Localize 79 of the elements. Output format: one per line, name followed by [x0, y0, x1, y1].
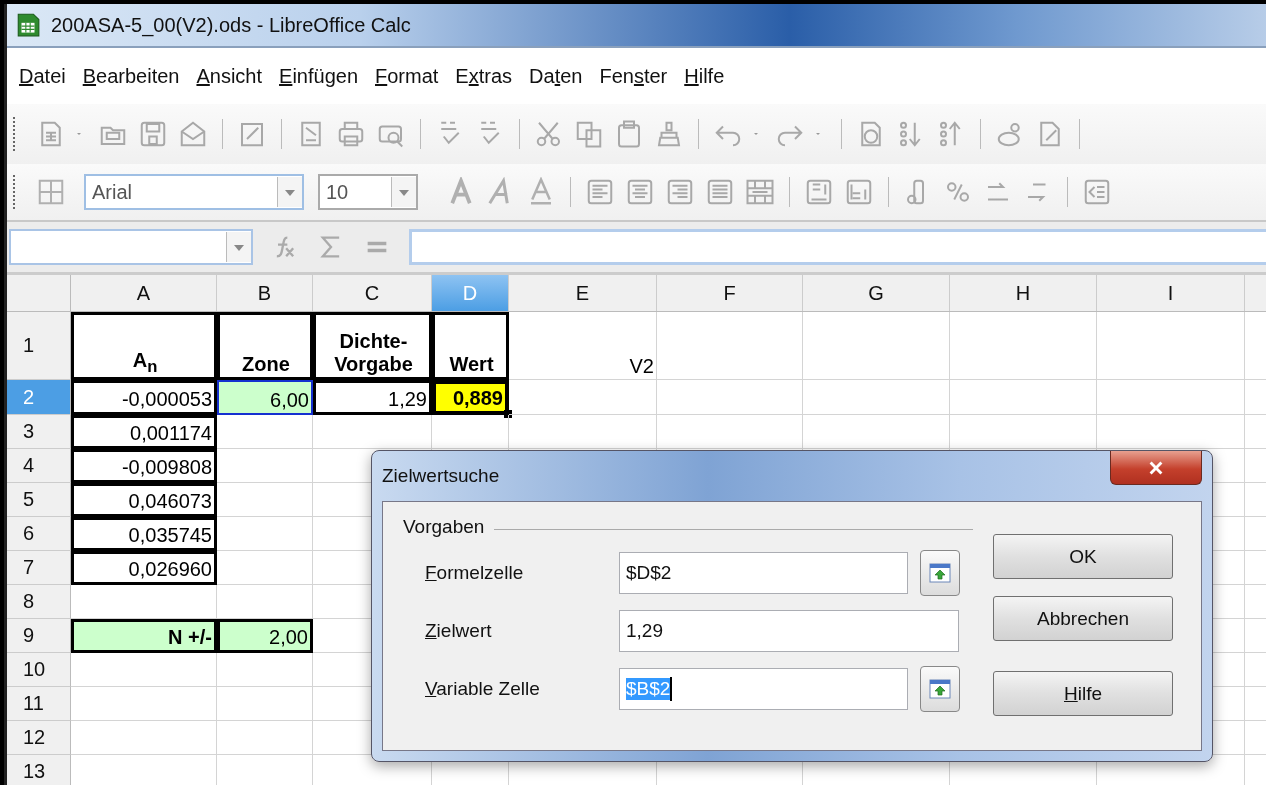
table-cell: 0,026960 [71, 551, 217, 585]
font-size-box[interactable]: 10 [318, 174, 418, 210]
table-cell: 0,035745 [71, 517, 217, 551]
merge-cells-icon[interactable] [745, 177, 775, 207]
row-header[interactable]: 6 [7, 517, 71, 551]
column-header[interactable]: E [509, 275, 657, 311]
field-label: Zielwert [424, 620, 493, 642]
row-header[interactable]: 11 [7, 687, 71, 721]
table-cell: 2,00 [217, 619, 313, 653]
input-field[interactable]: $D$2 [619, 552, 908, 594]
align-center-icon[interactable] [625, 177, 655, 207]
table-cell: 0,046073 [71, 483, 217, 517]
field-label: Variable Zelle [424, 678, 541, 700]
dropdown-icon[interactable] [226, 232, 251, 262]
row-header[interactable]: 7 [7, 551, 71, 585]
column-header[interactable]: B [217, 275, 313, 311]
table-cell: Zone [217, 312, 313, 380]
table-cell: -0,009808 [71, 449, 217, 483]
menu-item[interactable]: Hilfe [678, 60, 736, 92]
input-field[interactable]: 1,29 [619, 610, 959, 652]
column-header[interactable]: H [950, 275, 1097, 311]
row-header[interactable]: 8 [7, 585, 71, 619]
menu-item[interactable]: Einfügen [273, 60, 369, 92]
column-header[interactable]: A [71, 275, 217, 311]
envelope-icon[interactable] [178, 119, 208, 149]
column-header[interactable]: F [657, 275, 803, 311]
dialog-button[interactable]: Abbrechen [993, 596, 1173, 641]
group-label: Vorgaben [403, 516, 485, 538]
table-cell: -0,000053 [71, 380, 217, 415]
menu-item[interactable]: Daten [523, 60, 594, 92]
table-cell: 0,889 [432, 380, 509, 415]
menu-item[interactable]: Ansicht [190, 60, 274, 92]
align-top-icon[interactable] [804, 177, 834, 207]
name-box[interactable] [9, 229, 253, 265]
menu-item[interactable]: Extras [449, 60, 524, 92]
dialog-button[interactable]: Hilfe [993, 671, 1173, 716]
font-name-box[interactable]: Arial [84, 174, 304, 210]
table-cell: 1,29 [313, 380, 432, 415]
floppy-icon[interactable] [138, 119, 168, 149]
indent-decrease-icon[interactable] [1082, 177, 1112, 207]
table-cell: Dichte- Vorgabe [313, 312, 432, 380]
row-header[interactable]: 9 [7, 619, 71, 653]
row-header[interactable]: 5 [7, 483, 71, 517]
close-button[interactable] [1110, 451, 1202, 485]
table-cell: V2 [509, 312, 657, 380]
table-cell: Wert [432, 312, 509, 380]
table-cell: 6,00 [217, 380, 313, 415]
row-header[interactable]: 10 [7, 653, 71, 687]
menu-item[interactable]: Format [369, 60, 450, 92]
shrink-button[interactable] [920, 666, 960, 712]
field-label: Formelzelle [424, 562, 525, 584]
menu-item[interactable]: Bearbeiten [76, 60, 191, 92]
table-cell: 0,001174 [71, 415, 217, 449]
column-header[interactable]: I [1097, 275, 1245, 311]
row-header[interactable]: 3 [7, 415, 71, 449]
menu-item[interactable]: Fenster [593, 60, 679, 92]
align-right-icon[interactable] [665, 177, 695, 207]
formula-input[interactable] [409, 229, 1266, 265]
dialog-button[interactable]: OK [993, 534, 1173, 579]
dropdown-icon[interactable] [277, 177, 302, 207]
spreadsheet-app-icon [15, 12, 41, 38]
column-header[interactable]: G [803, 275, 950, 311]
window-title: 200ASA-5_00(V2).ods - LibreOffice Calc [51, 13, 411, 37]
menu-item[interactable]: Datei [13, 60, 77, 92]
justify-icon[interactable] [705, 177, 735, 207]
copy-icon[interactable] [574, 119, 604, 149]
row-header[interactable]: 4 [7, 449, 71, 483]
borders-icon[interactable] [36, 177, 66, 207]
row-header[interactable]: 1 [7, 312, 71, 380]
row-header[interactable]: 13 [7, 755, 71, 785]
dialog-title: Zielwertsuche [382, 465, 500, 487]
row-header[interactable]: 12 [7, 721, 71, 755]
align-left-icon[interactable] [585, 177, 615, 207]
printer-icon[interactable] [336, 119, 366, 149]
shrink-button[interactable] [920, 550, 960, 596]
table-cell: A$_{n}$ [71, 312, 217, 380]
table-cell: N +/- [71, 619, 217, 653]
align-bottom-icon[interactable] [844, 177, 874, 207]
dropdown-icon[interactable] [391, 177, 416, 207]
